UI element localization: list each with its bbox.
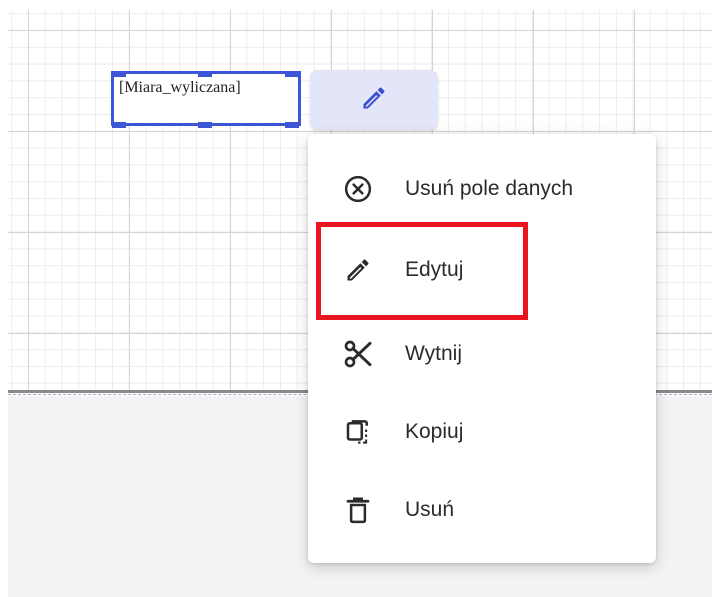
menu-item-remove-data-field[interactable]: Usuń pole danych <box>308 157 656 221</box>
copy-icon <box>342 416 374 448</box>
edit-chip-button[interactable] <box>310 70 438 130</box>
context-menu: Usuń pole danych Edytuj Wytnij Kopiuj Us… <box>308 134 656 563</box>
resize-handle-top-right[interactable] <box>285 71 299 77</box>
resize-handle-bottom-right[interactable] <box>285 122 299 128</box>
scissors-icon <box>342 338 374 370</box>
menu-item-cut[interactable]: Wytnij <box>308 322 656 386</box>
resize-handle-bottom-middle[interactable] <box>198 122 212 128</box>
menu-item-copy[interactable]: Kopiuj <box>308 400 656 464</box>
data-field-label: [Miara_wyliczana] <box>119 79 241 96</box>
menu-item-label: Kopiuj <box>405 420 464 443</box>
pencil-icon <box>360 84 388 117</box>
menu-item-label: Wytnij <box>405 342 462 365</box>
resize-handle-top-left[interactable] <box>112 71 126 77</box>
resize-handle-top-middle[interactable] <box>198 71 212 77</box>
menu-item-label: Usuń <box>405 498 455 521</box>
menu-item-edit[interactable]: Edytuj <box>308 238 656 302</box>
resize-handle-bottom-left[interactable] <box>112 122 126 128</box>
report-designer-canvas: [Miara_wyliczana] Usuń pole danych Edytu… <box>0 0 712 597</box>
trash-icon <box>342 494 374 526</box>
menu-item-label: Usuń pole danych <box>405 177 574 200</box>
pencil-icon <box>342 254 374 286</box>
remove-circle-icon <box>342 173 374 205</box>
menu-item-delete[interactable]: Usuń <box>308 478 656 542</box>
menu-item-label: Edytuj <box>405 258 464 281</box>
data-field[interactable]: [Miara_wyliczana] <box>111 71 301 126</box>
